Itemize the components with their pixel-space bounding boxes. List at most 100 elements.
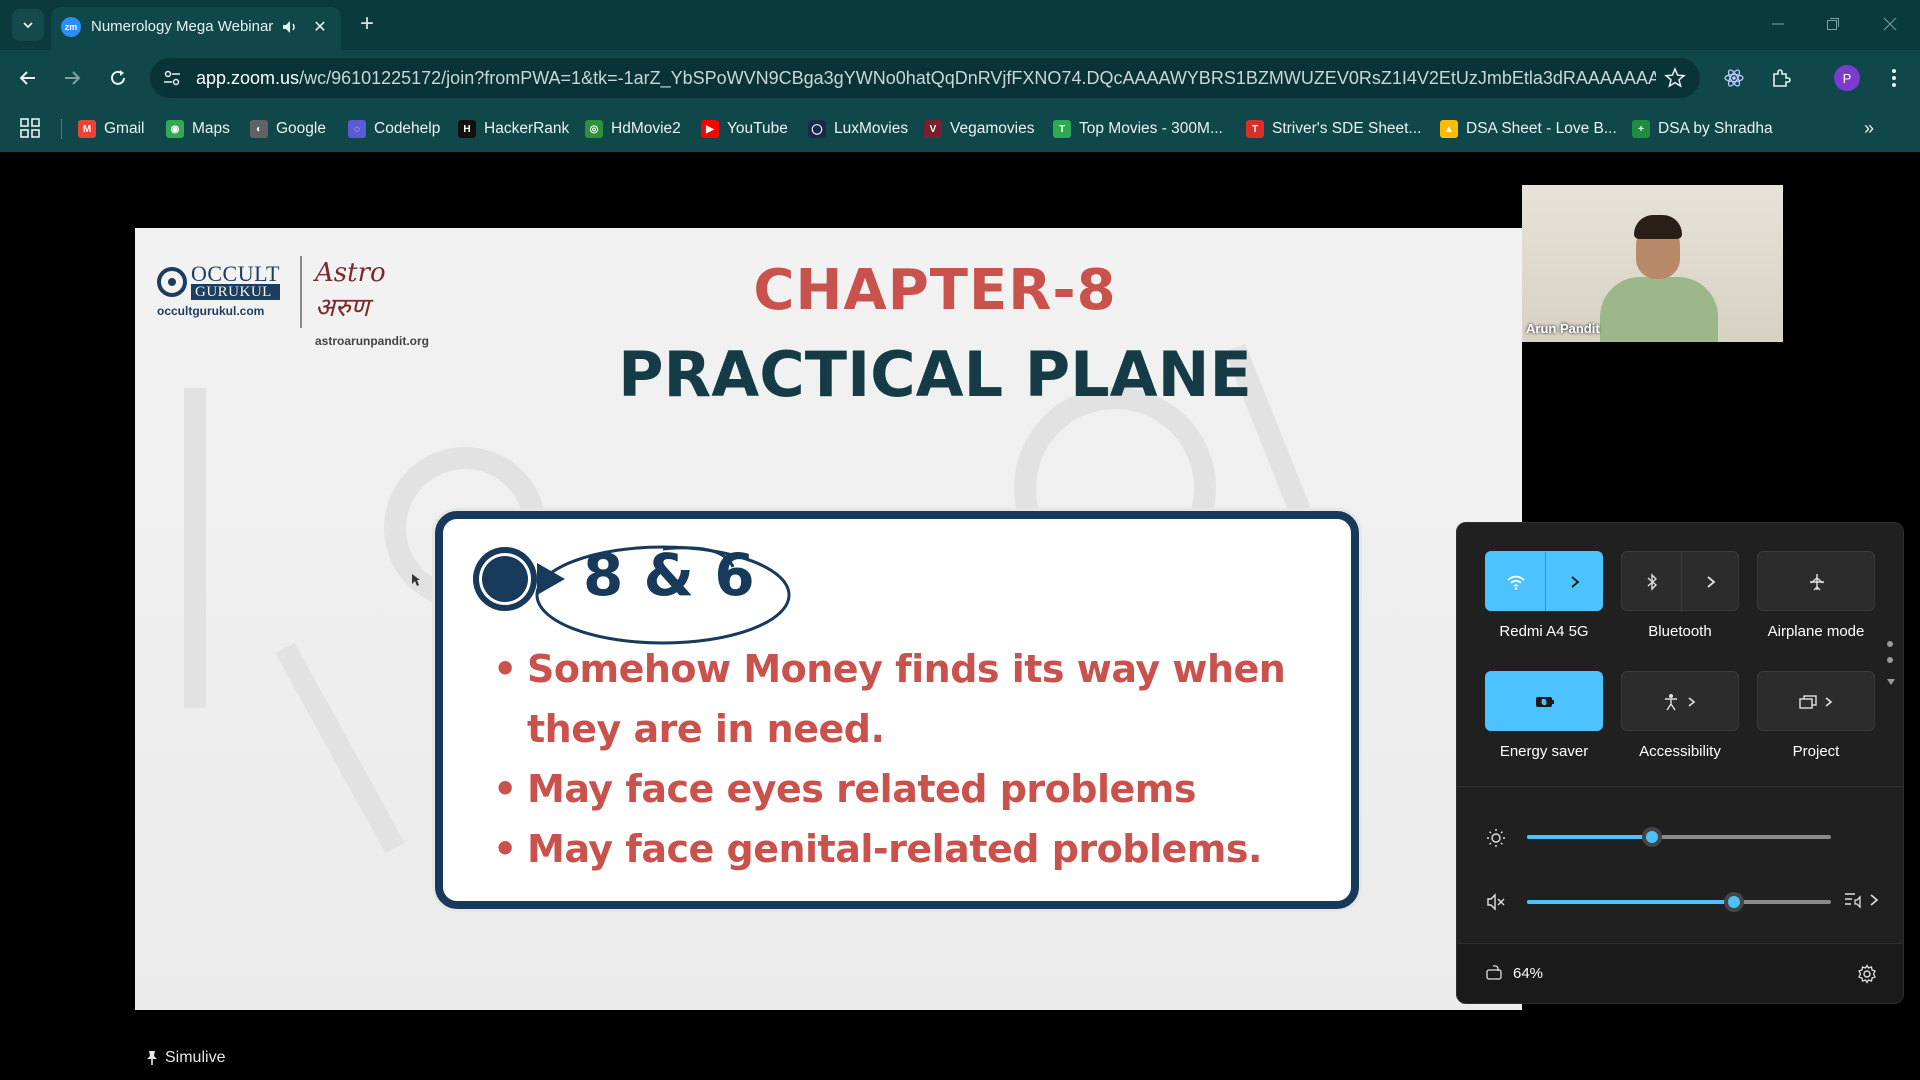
slide-chapter: CHAPTER-8 bbox=[753, 258, 1117, 323]
luxmovies-icon: ◯ bbox=[808, 120, 826, 138]
battery-status[interactable]: 64% bbox=[1485, 964, 1543, 982]
bookmark-item[interactable]: ◎ HdMovie2 bbox=[585, 117, 681, 141]
project-icon bbox=[1799, 695, 1833, 709]
participant-video-tile[interactable]: Arun Pandit bbox=[1522, 185, 1783, 342]
airplane-mode-label: Airplane mode bbox=[1767, 623, 1865, 640]
wifi-expand[interactable] bbox=[1545, 552, 1604, 612]
bluetooth-tile[interactable] bbox=[1621, 551, 1740, 612]
volume-muted-icon[interactable] bbox=[1485, 891, 1507, 913]
chevron-down-icon bbox=[23, 22, 33, 29]
content-card: 8 & 6 Somehow Money finds its way when t… bbox=[435, 511, 1359, 909]
topmovies-icon: T bbox=[1053, 120, 1071, 138]
energy-saver-icon bbox=[1536, 697, 1554, 707]
bookmark-label: Gmail bbox=[104, 120, 145, 137]
sheets-icon: + bbox=[1632, 120, 1650, 138]
bookmark-item[interactable]: V Vegamovies bbox=[924, 117, 1034, 141]
bookmark-item[interactable]: M Gmail bbox=[78, 117, 144, 141]
minimize-window-icon[interactable] bbox=[1766, 12, 1790, 36]
extensions-puzzle-icon[interactable] bbox=[1767, 64, 1795, 92]
page-dot[interactable] bbox=[1887, 641, 1893, 647]
list-item: May face genital-related problems. bbox=[493, 819, 1343, 879]
quick-settings-footer: 64% bbox=[1457, 943, 1903, 1003]
bookmark-item[interactable]: ▲ DSA Sheet - Love B... bbox=[1440, 117, 1617, 141]
occult-eye-icon bbox=[157, 267, 187, 297]
accessibility-tile[interactable] bbox=[1621, 671, 1739, 731]
bookmark-label: DSA by Shradha bbox=[1658, 120, 1773, 137]
bookmark-item[interactable]: T Striver's SDE Sheet... bbox=[1246, 117, 1421, 141]
mouse-cursor-icon bbox=[412, 574, 420, 586]
back-icon[interactable] bbox=[14, 64, 42, 92]
audio-playing-icon[interactable] bbox=[281, 18, 299, 36]
bookmark-item[interactable]: ▶ YouTube bbox=[701, 117, 788, 141]
occult-logo-name: OCCULT bbox=[191, 261, 280, 286]
bookmark-item[interactable]: T Top Movies - 300M... bbox=[1053, 117, 1223, 141]
bluetooth-expand[interactable] bbox=[1681, 552, 1740, 612]
active-tab[interactable]: zm Numerology Mega Webinar ✕ bbox=[51, 7, 341, 50]
bluetooth-toggle[interactable] bbox=[1622, 552, 1681, 612]
page-indicator[interactable] bbox=[1887, 641, 1895, 691]
browser-menu-icon[interactable] bbox=[1880, 64, 1908, 92]
triangle-down-icon[interactable] bbox=[1887, 678, 1895, 686]
astro-logo-site: astroarunpandit.org bbox=[315, 334, 430, 348]
hackerrank-icon: H bbox=[458, 120, 476, 138]
battery-saver-icon bbox=[1486, 965, 1502, 980]
brightness-thumb[interactable] bbox=[1641, 827, 1662, 847]
address-bar[interactable]: app.zoom.us/wc/96101225172/join?fromPWA=… bbox=[150, 58, 1700, 98]
reload-icon[interactable] bbox=[104, 64, 132, 92]
quick-settings-panel: Redmi A4 5G Bluetooth Airplane mode Ener… bbox=[1456, 522, 1904, 1004]
hdmovie-icon: ◎ bbox=[585, 120, 603, 138]
volume-thumb[interactable] bbox=[1723, 892, 1744, 912]
apps-grid-icon[interactable] bbox=[20, 118, 40, 138]
url-text: app.zoom.us/wc/96101225172/join?fromPWA=… bbox=[196, 68, 1656, 89]
zoom-favicon-icon: zm bbox=[61, 17, 81, 37]
bookmark-item[interactable]: H HackerRank bbox=[458, 117, 569, 141]
forward-icon[interactable] bbox=[58, 64, 86, 92]
bookmark-item[interactable]: ◐ Google bbox=[250, 117, 326, 141]
participant-hair bbox=[1634, 215, 1682, 239]
bookmark-label: LuxMovies bbox=[834, 120, 909, 137]
site-settings-icon[interactable] bbox=[162, 68, 182, 88]
project-tile[interactable] bbox=[1757, 671, 1875, 731]
gmail-icon: M bbox=[78, 120, 96, 138]
project-label: Project bbox=[1792, 743, 1840, 760]
airplane-mode-tile[interactable] bbox=[1757, 551, 1875, 611]
bookmark-item[interactable]: ◌ Codehelp bbox=[348, 117, 440, 141]
energy-saver-tile[interactable] bbox=[1485, 671, 1603, 731]
energy-saver-label: Energy saver bbox=[1499, 743, 1589, 760]
maps-icon: ◉ bbox=[166, 120, 184, 138]
list-item: May face eyes related problems bbox=[493, 759, 1343, 819]
wifi-toggle[interactable] bbox=[1486, 552, 1545, 612]
bookmark-item[interactable]: + DSA by Shradha bbox=[1632, 117, 1773, 141]
shared-slide: OCCULT GURUKUL occultgurukul.com Astro अ… bbox=[135, 228, 1522, 1010]
volume-fill bbox=[1527, 900, 1734, 904]
bookmark-label: HdMovie2 bbox=[611, 120, 681, 137]
simulive-label: Simulive bbox=[165, 1049, 226, 1066]
list-item: Somehow Money finds its way when they ar… bbox=[493, 639, 1343, 759]
bookmark-item[interactable]: ◉ Maps bbox=[166, 117, 230, 141]
close-window-icon[interactable] bbox=[1878, 12, 1902, 36]
browser-toolbar: app.zoom.us/wc/96101225172/join?fromPWA=… bbox=[0, 50, 1920, 106]
audio-output-button[interactable] bbox=[1843, 890, 1879, 910]
volume-slider[interactable] bbox=[1527, 892, 1831, 912]
target-marker-icon bbox=[473, 547, 537, 611]
tab-search-button[interactable] bbox=[12, 9, 44, 41]
react-devtools-extension-icon[interactable] bbox=[1720, 64, 1748, 92]
bookmark-label: Striver's SDE Sheet... bbox=[1272, 120, 1422, 137]
occult-gurukul-logo: OCCULT GURUKUL occultgurukul.com bbox=[157, 261, 283, 318]
settings-gear-icon[interactable] bbox=[1855, 962, 1879, 986]
page-dot[interactable] bbox=[1887, 657, 1893, 663]
brightness-slider[interactable] bbox=[1527, 827, 1831, 847]
new-tab-button[interactable]: + bbox=[354, 12, 380, 38]
restore-window-icon[interactable] bbox=[1821, 12, 1845, 36]
astro-logo-mark: Astro अरुण bbox=[315, 258, 386, 323]
accessibility-label: Accessibility bbox=[1639, 743, 1721, 760]
close-tab-icon[interactable]: ✕ bbox=[309, 16, 331, 38]
bookmark-star-icon[interactable] bbox=[1664, 67, 1686, 89]
browser-tab-bar: zm Numerology Mega Webinar ✕ + bbox=[0, 0, 1920, 50]
wifi-tile[interactable] bbox=[1485, 551, 1604, 612]
bookmark-item[interactable]: ◯ LuxMovies bbox=[808, 117, 908, 141]
bookmark-label: Top Movies - 300M... bbox=[1079, 120, 1223, 137]
airplane-icon bbox=[1810, 574, 1824, 591]
more-bookmarks-icon[interactable]: » bbox=[1864, 118, 1874, 139]
profile-avatar[interactable]: P bbox=[1834, 65, 1860, 91]
